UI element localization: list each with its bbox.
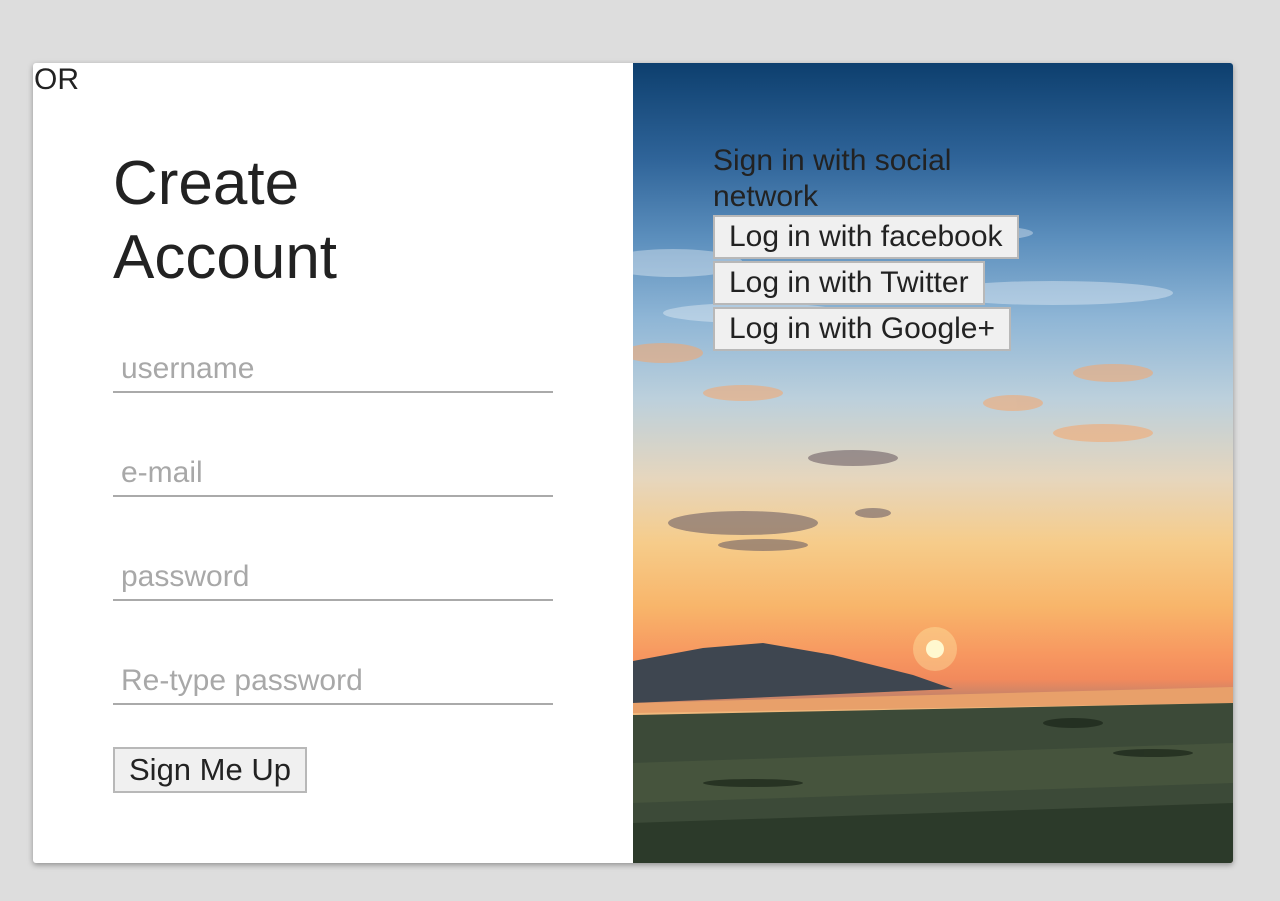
google-plus-login-button[interactable]: Log in with Google+ <box>713 307 1012 351</box>
retype-password-input[interactable] <box>113 659 553 705</box>
social-login-panel: Sign in with social network Log in with … <box>633 63 1233 863</box>
sign-me-up-button[interactable]: Sign Me Up <box>113 747 307 793</box>
or-label: OR <box>34 63 79 96</box>
page-title: Create Account <box>113 149 338 292</box>
create-account-panel: OR Create Account Sign Me Up <box>33 63 633 863</box>
facebook-login-button[interactable]: Log in with facebook <box>713 215 1019 259</box>
password-input[interactable] <box>113 555 553 601</box>
social-signin-title: Sign in with social network <box>713 144 952 213</box>
twitter-login-button[interactable]: Log in with Twitter <box>713 261 985 305</box>
signup-card: OR Create Account Sign Me Up <box>33 63 1233 863</box>
username-input[interactable] <box>113 347 553 393</box>
email-input[interactable] <box>113 451 553 497</box>
